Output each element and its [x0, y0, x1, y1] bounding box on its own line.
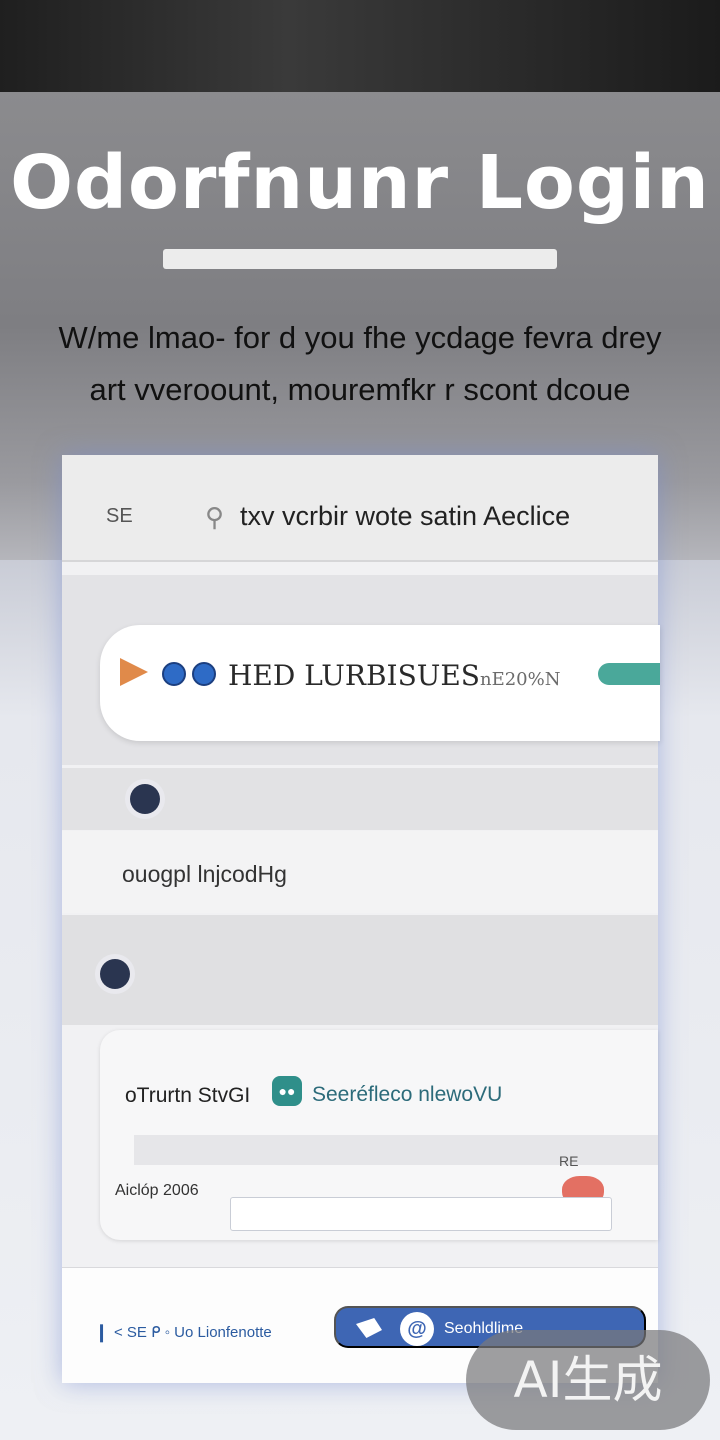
panel-label: oTrurtn StvGI — [125, 1084, 251, 1107]
at-icon: @ — [400, 1312, 434, 1346]
pencil-icon — [356, 1318, 382, 1338]
page-subtitle: W/me lmao- for d you fhe ycdage fevra dr… — [20, 312, 700, 416]
header-title: txv vcrbir wote satin Aeclice — [240, 501, 571, 531]
subtitle-line-2: art vveroount, mouremfkr r scont dcoue — [89, 372, 631, 407]
title-divider — [163, 249, 557, 269]
panel-marker: RE — [559, 1153, 579, 1169]
dot-icon — [162, 662, 186, 686]
row-value: ouogpl lnjcodHg — [122, 861, 287, 887]
search-icon[interactable]: ⚲ — [205, 502, 224, 533]
dot-icon — [192, 662, 216, 686]
flag-icon — [120, 658, 148, 686]
login-card: SE ⚲ txv vcrbir wote satin Aeclice HED L… — [62, 455, 660, 1383]
radio-button[interactable] — [130, 784, 160, 814]
card-header: SE ⚲ txv vcrbir wote satin Aeclice — [62, 455, 658, 562]
top-background — [0, 0, 720, 92]
watermark-badge: AI生成 — [466, 1330, 710, 1430]
text-input[interactable] — [230, 1197, 612, 1231]
footer-link[interactable]: < SE ᑭ ◦ Uo Lionfenotte — [114, 1323, 272, 1341]
input-label: Aiclóp 2006 — [115, 1182, 199, 1199]
radio-button[interactable] — [100, 959, 130, 989]
chevron-left-icon[interactable]: ❙ — [94, 1322, 109, 1343]
value-row[interactable]: ouogpl lnjcodHg — [62, 831, 658, 913]
subtitle-line-1: W/me lmao- for d you fhe ycdage fevra dr… — [58, 320, 662, 355]
featured-text: HED LURBISUESnE20%N — [228, 659, 561, 692]
chat-icon[interactable]: ●● — [272, 1076, 302, 1106]
page-title: Odorfnunr Login — [10, 140, 710, 226]
chip-link[interactable]: Seeréfleco nlewoVU — [312, 1083, 502, 1107]
header-left-label[interactable]: SE — [106, 505, 133, 528]
avatar-row — [62, 768, 658, 830]
featured-tag — [598, 663, 660, 685]
options-panel: oTrurtn StvGI ●● Seeréfleco nlewoVU RE A… — [100, 1030, 658, 1240]
avatar-row-2 — [62, 915, 658, 1025]
panel-divider — [134, 1135, 658, 1165]
featured-pill[interactable]: HED LURBISUESnE20%N — [100, 625, 660, 741]
